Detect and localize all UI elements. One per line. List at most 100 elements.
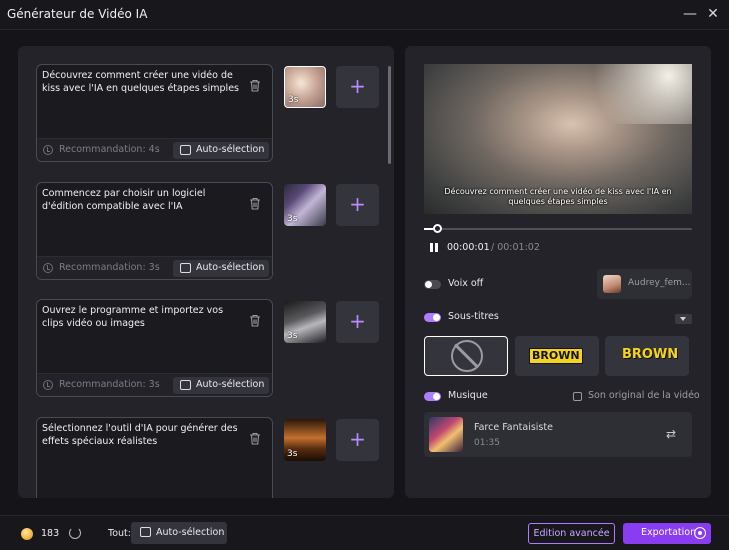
bottom-bar: 183 Tout: Auto-sélection Edition avancée… [0,515,729,550]
auto-select-button[interactable]: Auto-sélection [173,142,269,159]
subtitles-toggle[interactable] [424,313,441,322]
scene-text[interactable]: Commencez par choisir un logiciel d'édit… [42,187,242,213]
recommendation-text: Recommandation: 3s [59,262,160,273]
trash-icon[interactable] [249,432,261,445]
original-audio-checkbox[interactable] [573,392,582,401]
total-time: / 00:01:02 [491,242,540,253]
subtitles-label: Sous-titres [448,311,499,322]
add-media-button[interactable]: + [336,301,379,343]
minimize-icon[interactable]: — [682,6,698,22]
toggle-knob [433,393,440,400]
all-label: Tout: [108,528,131,539]
add-media-button[interactable]: + [336,419,379,461]
export-label: Exportation [641,527,697,538]
add-media-button[interactable]: + [336,184,379,226]
recommendation-text: Recommandation: 3s [59,379,160,390]
image-select-icon [180,145,191,155]
image-select-icon [180,263,191,273]
scene-item: Découvrez comment créer une vidéo de kis… [36,64,386,164]
clock-icon [43,380,53,390]
title-bar: Générateur de Vidéo IA — ✕ [0,0,729,30]
scene-footer: Recommandation: 3s Auto-sélection [37,373,272,396]
scene-footer: Recommandation: 4s Auto-sélection [37,138,272,161]
subtitle-style-none[interactable] [424,336,508,376]
track-cover [429,417,463,452]
scene-text[interactable]: Sélectionnez l'outil d'IA pour générer d… [42,422,242,448]
scene-thumbnail[interactable]: 3s [284,301,326,343]
preview-panel: Découvrez comment créer une vidéo de kis… [405,46,711,498]
scene-text-card[interactable]: Découvrez comment créer une vidéo de kis… [36,64,273,162]
scrollbar-thumb[interactable] [388,66,391,164]
chevron-down-icon[interactable] [675,314,692,324]
track-duration: 01:35 [474,438,500,448]
trash-icon[interactable] [249,79,261,92]
music-track-card[interactable]: Farce Fantaisiste 01:35 ⇄ [424,412,692,457]
scene-thumbnail[interactable]: 3s [284,184,326,226]
image-select-icon [180,380,191,390]
auto-select-all-label: Auto-sélection [156,527,225,538]
voice-selector[interactable]: Audrey_fem... [597,269,692,299]
auto-select-label: Auto-sélection [196,262,265,273]
trash-icon[interactable] [249,314,261,327]
voice-name: Audrey_fem... [628,278,691,288]
scene-item: Ouvrez le programme et importez vos clip… [36,299,386,399]
video-preview[interactable]: Découvrez comment créer une vidéo de kis… [424,64,692,214]
current-time: 00:00:01 [447,242,490,253]
auto-select-all-button[interactable]: Auto-sélection [131,522,227,544]
refresh-icon[interactable] [69,527,81,539]
plus-icon: + [349,74,366,98]
scene-text-card[interactable]: Ouvrez le programme et importez vos clip… [36,299,273,397]
scene-text[interactable]: Découvrez comment créer une vidéo de kis… [42,69,242,95]
trash-icon[interactable] [249,197,261,210]
advanced-edit-button[interactable]: Edition avancée [528,523,615,544]
thumbnail-duration: 3s [287,214,298,224]
image-select-icon [140,527,151,537]
progress-knob[interactable] [433,224,443,233]
track-title: Farce Fantaisiste [474,422,553,433]
original-audio-label: Son original de la vidéo [588,390,700,401]
scene-thumbnail[interactable]: 3s [284,66,326,108]
scene-item: Commencez par choisir un logiciel d'édit… [36,182,386,282]
swap-icon[interactable]: ⇄ [666,427,676,441]
scene-text-card[interactable]: Sélectionnez l'outil d'IA pour générer d… [36,417,273,498]
thumbnail-duration: 3s [287,449,298,459]
subtitle-style-preview: BROWN [622,347,679,362]
scene-list-panel: Découvrez comment créer une vidéo de kis… [18,46,394,498]
plus-icon: + [349,427,366,451]
subtitle-style-preview: BROWN [529,348,583,364]
playback-progress-bar[interactable] [424,224,692,233]
toggle-knob [433,314,440,321]
scene-text[interactable]: Ouvrez le programme et importez vos clip… [42,304,242,330]
export-button[interactable]: Exportation [623,523,711,544]
voice-over-toggle[interactable] [424,280,441,289]
credit-count: 183 [41,528,60,539]
coin-icon [21,528,33,540]
voice-over-label: Voix off [448,278,484,289]
scene-text-card[interactable]: Commencez par choisir un logiciel d'édit… [36,182,273,280]
subtitle-style-brown-text[interactable]: BROWN [605,336,689,376]
recommendation-text: Recommandation: 4s [59,144,160,155]
pause-icon[interactable] [430,243,438,252]
scene-item: Sélectionnez l'outil d'IA pour générer d… [36,417,386,498]
auto-select-label: Auto-sélection [196,144,265,155]
scene-thumbnail[interactable]: 3s [284,419,326,461]
ban-icon [451,340,483,372]
scene-footer: Recommandation: 3s Auto-sélection [37,256,272,279]
auto-select-button[interactable]: Auto-sélection [173,377,269,394]
toggle-knob [425,281,432,288]
voice-avatar [603,275,621,293]
music-toggle[interactable] [424,392,441,401]
video-subtitle: Découvrez comment créer une vidéo de kis… [444,187,672,206]
plus-icon: + [349,192,366,216]
thumbnail-duration: 3s [287,331,298,341]
music-label: Musique [448,390,488,401]
plus-icon: + [349,309,366,333]
auto-select-button[interactable]: Auto-sélection [173,260,269,277]
add-media-button[interactable]: + [336,66,379,108]
thumbnail-duration: 3s [288,95,299,105]
subtitle-style-brown-box[interactable]: BROWN [515,336,599,376]
export-icon [694,527,706,539]
window-title: Générateur de Vidéo IA [7,7,148,21]
auto-select-label: Auto-sélection [196,379,265,390]
close-icon[interactable]: ✕ [705,6,721,22]
